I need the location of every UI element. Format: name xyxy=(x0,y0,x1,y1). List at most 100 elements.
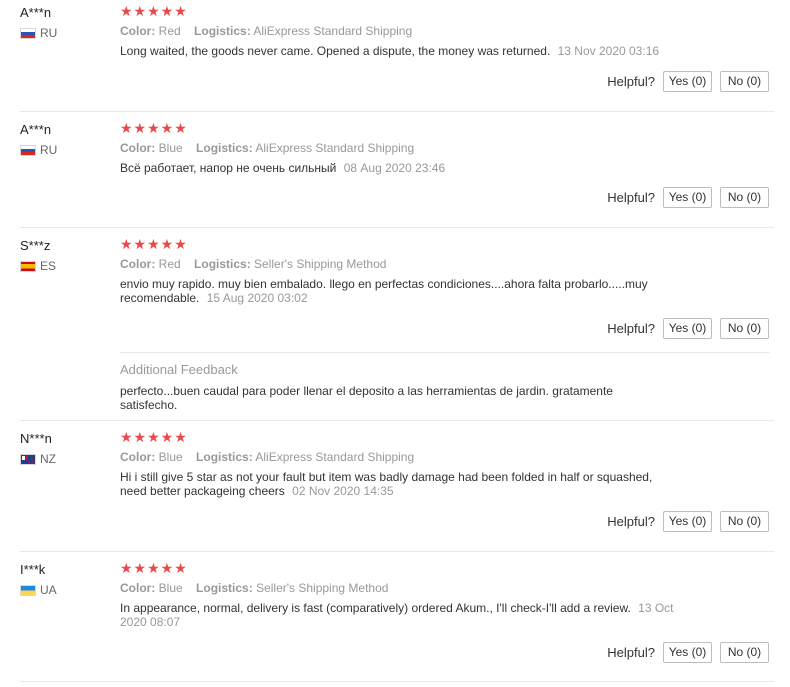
helpful-no-button[interactable]: No (0) xyxy=(720,642,769,663)
review-text: Hi i still give 5 star as not your fault… xyxy=(120,470,690,498)
logistics-label: Logistics: xyxy=(196,581,253,595)
helpful-label: Helpful? xyxy=(607,74,655,89)
helpful-controls: Helpful? Yes (0) No (0) xyxy=(607,187,769,208)
review-divider xyxy=(20,227,774,228)
review-divider xyxy=(20,420,774,421)
additional-divider xyxy=(120,352,770,353)
reviewer-name: I***k xyxy=(20,562,46,577)
color-label: Color: xyxy=(120,24,156,38)
review-body-line-1: Hi i still give 5 star as not your fault… xyxy=(120,470,653,484)
review-divider xyxy=(20,681,774,682)
country-code: ES xyxy=(40,259,57,273)
review-text: Всё работает, напор не очень сильный 08 … xyxy=(120,161,690,175)
color-label: Color: xyxy=(120,581,156,595)
additional-feedback: Additional Feedback perfecto...buen caud… xyxy=(120,352,770,420)
spain-flag-icon xyxy=(20,260,36,272)
logistics-value: Seller's Shipping Method xyxy=(256,581,389,595)
color-label: Color: xyxy=(120,141,156,155)
logistics-value: AliExpress Standard Shipping xyxy=(255,141,415,155)
helpful-yes-button[interactable]: Yes (0) xyxy=(663,318,712,339)
helpful-label: Helpful? xyxy=(607,514,655,529)
review-item: A***n RU ★★★★★ Color: Red Logistics: Ali… xyxy=(0,0,790,112)
reviewer-country: ES xyxy=(20,259,56,273)
helpful-yes-button[interactable]: Yes (0) xyxy=(663,511,712,532)
color-value: Red xyxy=(158,24,181,38)
review-meta: Color: Red Logistics: AliExpress Standar… xyxy=(120,24,422,38)
logistics-label: Logistics: xyxy=(196,141,253,155)
review-body-line-1-text: In appearance, normal, delivery is fast … xyxy=(120,601,631,615)
helpful-no-button[interactable]: No (0) xyxy=(720,318,769,339)
color-value: Blue xyxy=(158,450,183,464)
review-date-part-2: 2020 08:07 xyxy=(120,615,181,629)
reviewer-country: NZ xyxy=(20,452,56,466)
logistics-label: Logistics: xyxy=(196,450,253,464)
rating-stars: ★★★★★ xyxy=(120,236,188,252)
review-divider xyxy=(20,551,774,552)
review-body: Всё работает, напор не очень сильный xyxy=(120,161,337,175)
review-meta: Color: Blue Logistics: Seller's Shipping… xyxy=(120,581,398,595)
country-code: RU xyxy=(40,143,58,157)
color-label: Color: xyxy=(120,450,156,464)
review-body-line-2: need better packageing cheers 02 Nov 202… xyxy=(120,484,690,498)
review-item: A***n RU ★★★★★ Color: Blue Logistics: Al… xyxy=(0,117,790,228)
reviewer-name: A***n xyxy=(20,5,52,20)
review-item: I***k UA ★★★★★ Color: Blue Logistics: Se… xyxy=(0,557,790,687)
rating-stars: ★★★★★ xyxy=(120,429,188,445)
review-body-line-1: envio muy rapido. muy bien embalado. lle… xyxy=(120,277,648,291)
review-meta: Color: Blue Logistics: AliExpress Standa… xyxy=(120,450,424,464)
review-text: Long waited, the goods never came. Opene… xyxy=(120,44,690,58)
additional-feedback-title: Additional Feedback xyxy=(120,362,238,377)
review-body-line-2: recomendable. 15 Aug 2020 03:02 xyxy=(120,291,690,305)
helpful-label: Helpful? xyxy=(607,645,655,660)
review-meta: Color: Blue Logistics: AliExpress Standa… xyxy=(120,141,424,155)
reviewer-country: RU xyxy=(20,26,57,40)
helpful-label: Helpful? xyxy=(607,190,655,205)
rating-stars: ★★★★★ xyxy=(120,560,188,576)
review-divider xyxy=(20,111,774,112)
color-value: Blue xyxy=(158,581,183,595)
review-body-line-2-text: need better packageing cheers xyxy=(120,484,285,498)
helpful-controls: Helpful? Yes (0) No (0) xyxy=(607,511,769,532)
helpful-no-button[interactable]: No (0) xyxy=(720,511,769,532)
helpful-yes-button[interactable]: Yes (0) xyxy=(663,71,712,92)
logistics-value: AliExpress Standard Shipping xyxy=(253,24,413,38)
reviewer-name: N***n xyxy=(20,431,52,446)
rating-stars: ★★★★★ xyxy=(120,120,188,136)
ukraine-flag-icon xyxy=(20,584,36,596)
logistics-value: AliExpress Standard Shipping xyxy=(255,450,415,464)
review-date: 02 Nov 2020 14:35 xyxy=(292,484,394,498)
review-body-line-2: 2020 08:07 xyxy=(120,615,690,629)
reviewer-name: S***z xyxy=(20,238,51,253)
color-label: Color: xyxy=(120,257,156,271)
reviewer-country: RU xyxy=(20,143,57,157)
helpful-controls: Helpful? Yes (0) No (0) xyxy=(607,642,769,663)
country-code: RU xyxy=(40,26,58,40)
review-date-part-1: 13 Oct xyxy=(638,601,674,615)
helpful-no-button[interactable]: No (0) xyxy=(720,71,769,92)
new-zealand-flag-icon xyxy=(20,453,36,465)
russia-flag-icon xyxy=(20,144,36,156)
review-date: 15 Aug 2020 03:02 xyxy=(206,291,308,305)
review-text: envio muy rapido. muy bien embalado. lle… xyxy=(120,277,690,305)
country-code: UA xyxy=(40,583,57,597)
country-code: NZ xyxy=(40,452,56,466)
review-meta: Color: Red Logistics: Seller's Shipping … xyxy=(120,257,396,271)
review-body-line-1: In appearance, normal, delivery is fast … xyxy=(120,601,690,615)
review-date: 08 Aug 2020 23:46 xyxy=(343,161,446,175)
color-value: Blue xyxy=(158,141,183,155)
logistics-label: Logistics: xyxy=(194,24,251,38)
reviewer-name: A***n xyxy=(20,122,52,137)
helpful-no-button[interactable]: No (0) xyxy=(720,187,769,208)
helpful-controls: Helpful? Yes (0) No (0) xyxy=(607,318,769,339)
additional-text-line-2: satisfecho. xyxy=(120,398,178,412)
logistics-label: Logistics: xyxy=(194,257,251,271)
review-date: 13 Nov 2020 03:16 xyxy=(557,44,660,58)
logistics-value: Seller's Shipping Method xyxy=(254,257,387,271)
additional-feedback-text: perfecto...buen caudal para poder llenar… xyxy=(120,384,650,412)
helpful-label: Helpful? xyxy=(607,321,655,336)
helpful-yes-button[interactable]: Yes (0) xyxy=(663,642,712,663)
review-item: S***z ES ★★★★★ Color: Red Logistics: Sel… xyxy=(0,233,790,421)
reviewer-country: UA xyxy=(20,583,57,597)
helpful-yes-button[interactable]: Yes (0) xyxy=(663,187,712,208)
review-item: N***n NZ ★★★★★ Color: Blue Logistics: Al… xyxy=(0,426,790,552)
